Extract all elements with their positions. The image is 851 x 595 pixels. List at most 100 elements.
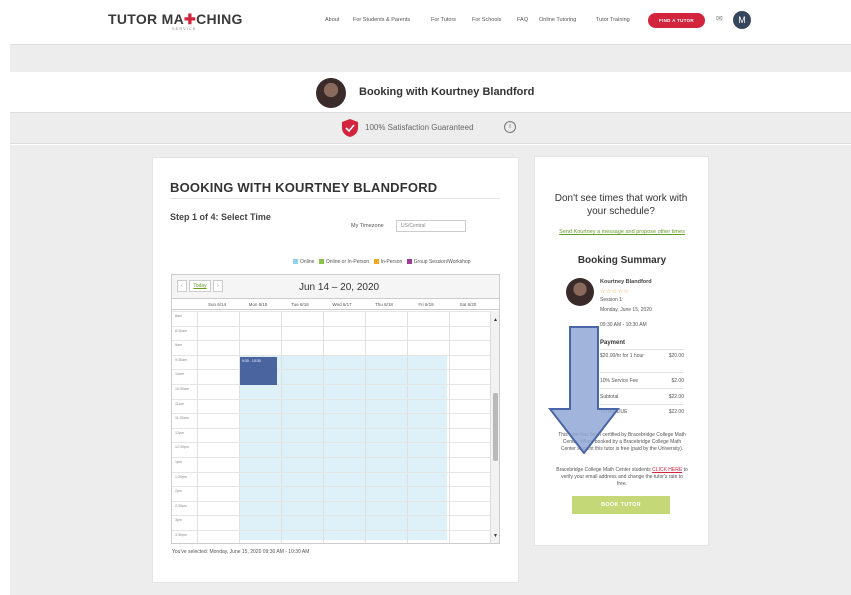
logo-cross-icon: ✚ — [184, 11, 197, 27]
time-label: 3:30pm — [175, 533, 187, 537]
availability-legend: Online Online or In-Person In-Person Gro… — [290, 259, 471, 265]
time-row-line — [172, 530, 490, 531]
summary-tutor-avatar — [566, 278, 594, 306]
booking-card-title: BOOKING WITH KOURTNEY BLANDFORD — [170, 180, 438, 195]
time-label: 9am — [175, 343, 182, 347]
scroll-up-icon[interactable]: ▲ — [493, 317, 498, 323]
time-row-line — [172, 355, 490, 356]
time-label: 10:30am — [175, 387, 189, 391]
nav-tutors[interactable]: For Tutors — [431, 17, 456, 23]
time-row-line — [172, 442, 490, 443]
legend-group: Group Session/Workshop — [413, 259, 471, 265]
calendar: ‹ Today › Jun 14 – 20, 2020 Sun 6/14 Mon… — [171, 274, 500, 544]
time-row-line — [172, 472, 490, 473]
timezone-field[interactable] — [396, 220, 466, 232]
payment-row-value: $22.00 — [668, 409, 684, 415]
calendar-days-row: Sun 6/14 Mon 6/15 Tue 6/16 Wed 6/17 Thu … — [172, 300, 499, 310]
booking-summary-title: Booking Summary — [577, 255, 667, 266]
top-navigation: TUTOR MA✚CHING SERVICE About For Student… — [0, 0, 851, 40]
time-row-line — [172, 515, 490, 516]
time-row-line — [172, 399, 490, 400]
nav-about[interactable]: About — [325, 17, 339, 23]
book-tutor-button[interactable]: BOOK TUTOR — [572, 496, 670, 514]
day-header: Tue 6/16 — [291, 302, 309, 307]
nav-online-tutoring[interactable]: Online Tutoring — [539, 17, 576, 23]
nav-tutor-training[interactable]: Tutor Training — [596, 17, 630, 23]
payment-row-value: $20.00 — [668, 353, 684, 359]
find-a-tutor-button[interactable]: FIND A TUTOR — [648, 13, 705, 28]
no-times-question: Don't see times that work with your sche… — [554, 193, 688, 217]
time-label: 12pm — [175, 431, 184, 435]
annotation-arrow-down-icon — [548, 326, 620, 455]
session-label: Session 1: — [600, 297, 624, 303]
payment-row-value: $2.00 — [671, 378, 684, 384]
time-label: 11am — [175, 402, 184, 406]
legend-online: Online — [300, 259, 315, 265]
next-week-button[interactable]: › — [213, 280, 223, 292]
scroll-down-icon[interactable]: ▼ — [493, 533, 498, 539]
envelope-icon[interactable]: ✉ — [716, 14, 723, 23]
today-button[interactable]: Today — [189, 280, 211, 292]
user-avatar[interactable]: M — [733, 11, 751, 29]
time-row-line — [172, 384, 490, 385]
logo-subtext: SERVICE — [172, 26, 197, 31]
calendar-grid[interactable]: 8am 8:30am 9am 9:30am 10am 10:30am 11am 11:30am… — [172, 311, 490, 543]
legend-online-inperson: Online or In-Person — [325, 259, 370, 265]
info-icon[interactable]: i — [504, 121, 516, 133]
time-row-line — [172, 326, 490, 327]
time-row-line — [172, 428, 490, 429]
selected-slot-label: 9:30 - 10:30 — [242, 359, 261, 363]
site-logo[interactable]: TUTOR MA✚CHING SERVICE — [108, 11, 243, 31]
time-label: 8:30am — [175, 329, 187, 333]
selected-time-text: You've selected: Monday, June 15, 2020 0… — [172, 549, 310, 555]
session-date: Monday, June 15, 2020 — [600, 307, 652, 313]
propose-times-link[interactable]: Send Kourtney a message and propose othe… — [556, 228, 688, 237]
logo-text-2: CHING — [196, 11, 243, 27]
day-header: Thu 6/18 — [375, 302, 393, 307]
time-row-line — [172, 413, 490, 414]
time-label: 12:30pm — [175, 445, 189, 449]
legend-swatch-inperson — [373, 259, 379, 264]
click-here-link[interactable]: CLICK HERE — [652, 467, 682, 473]
time-row-line — [172, 457, 490, 458]
time-row-line — [172, 311, 490, 312]
summary-tutor-name: Kourtney Blandford — [600, 279, 652, 285]
calendar-date-range: Jun 14 – 20, 2020 — [299, 282, 380, 293]
prev-week-button[interactable]: ‹ — [177, 280, 187, 292]
selected-time-slot[interactable]: 9:30 - 10:30 — [240, 357, 277, 385]
shield-icon — [342, 119, 358, 137]
nav-faq[interactable]: FAQ — [517, 17, 528, 23]
time-label: 11:30am — [175, 416, 189, 420]
payment-row-value: $22.00 — [668, 394, 684, 400]
calendar-scrollbar[interactable]: ▲ ▼ — [490, 311, 499, 543]
nav-schools[interactable]: For Schools — [472, 17, 501, 23]
gray-spacer-band — [10, 44, 851, 72]
satisfaction-guarantee-text: 100% Satisfaction Guaranteed — [365, 123, 474, 132]
time-row-line — [172, 501, 490, 502]
step-label: Step 1 of 4: Select Time — [170, 212, 271, 222]
time-label: 10am — [175, 372, 184, 376]
time-label: 2pm — [175, 489, 182, 493]
time-label: 1:30pm — [175, 475, 187, 479]
nav-students-parents[interactable]: For Students & Parents — [353, 17, 410, 23]
legend-swatch-group — [406, 259, 412, 264]
time-label: 8am — [175, 314, 182, 318]
time-label: 3pm — [175, 518, 182, 522]
day-header: Wed 6/17 — [332, 302, 352, 307]
calendar-header: ‹ Today › Jun 14 – 20, 2020 — [172, 275, 499, 299]
legend-swatch-online — [293, 259, 298, 264]
scrollbar-thumb[interactable] — [493, 393, 498, 461]
timezone-label: My Timezone — [351, 223, 384, 229]
time-row-line — [172, 369, 490, 370]
booking-header-title: Booking with Kourtney Blandford — [359, 86, 535, 98]
time-row-line — [172, 486, 490, 487]
verify-note: Bracebridge College Math Center students… — [556, 467, 688, 488]
time-row-line — [172, 340, 490, 341]
verify-note-text: Bracebridge College Math Center students — [556, 467, 651, 473]
day-header: Mon 6/15 — [248, 302, 268, 307]
legend-inperson: In-Person — [380, 259, 403, 265]
time-label: 1pm — [175, 460, 182, 464]
time-label: 9:30am — [175, 358, 187, 362]
legend-swatch-online-inperson — [318, 259, 324, 264]
day-header: Sat 6/20 — [459, 302, 477, 307]
